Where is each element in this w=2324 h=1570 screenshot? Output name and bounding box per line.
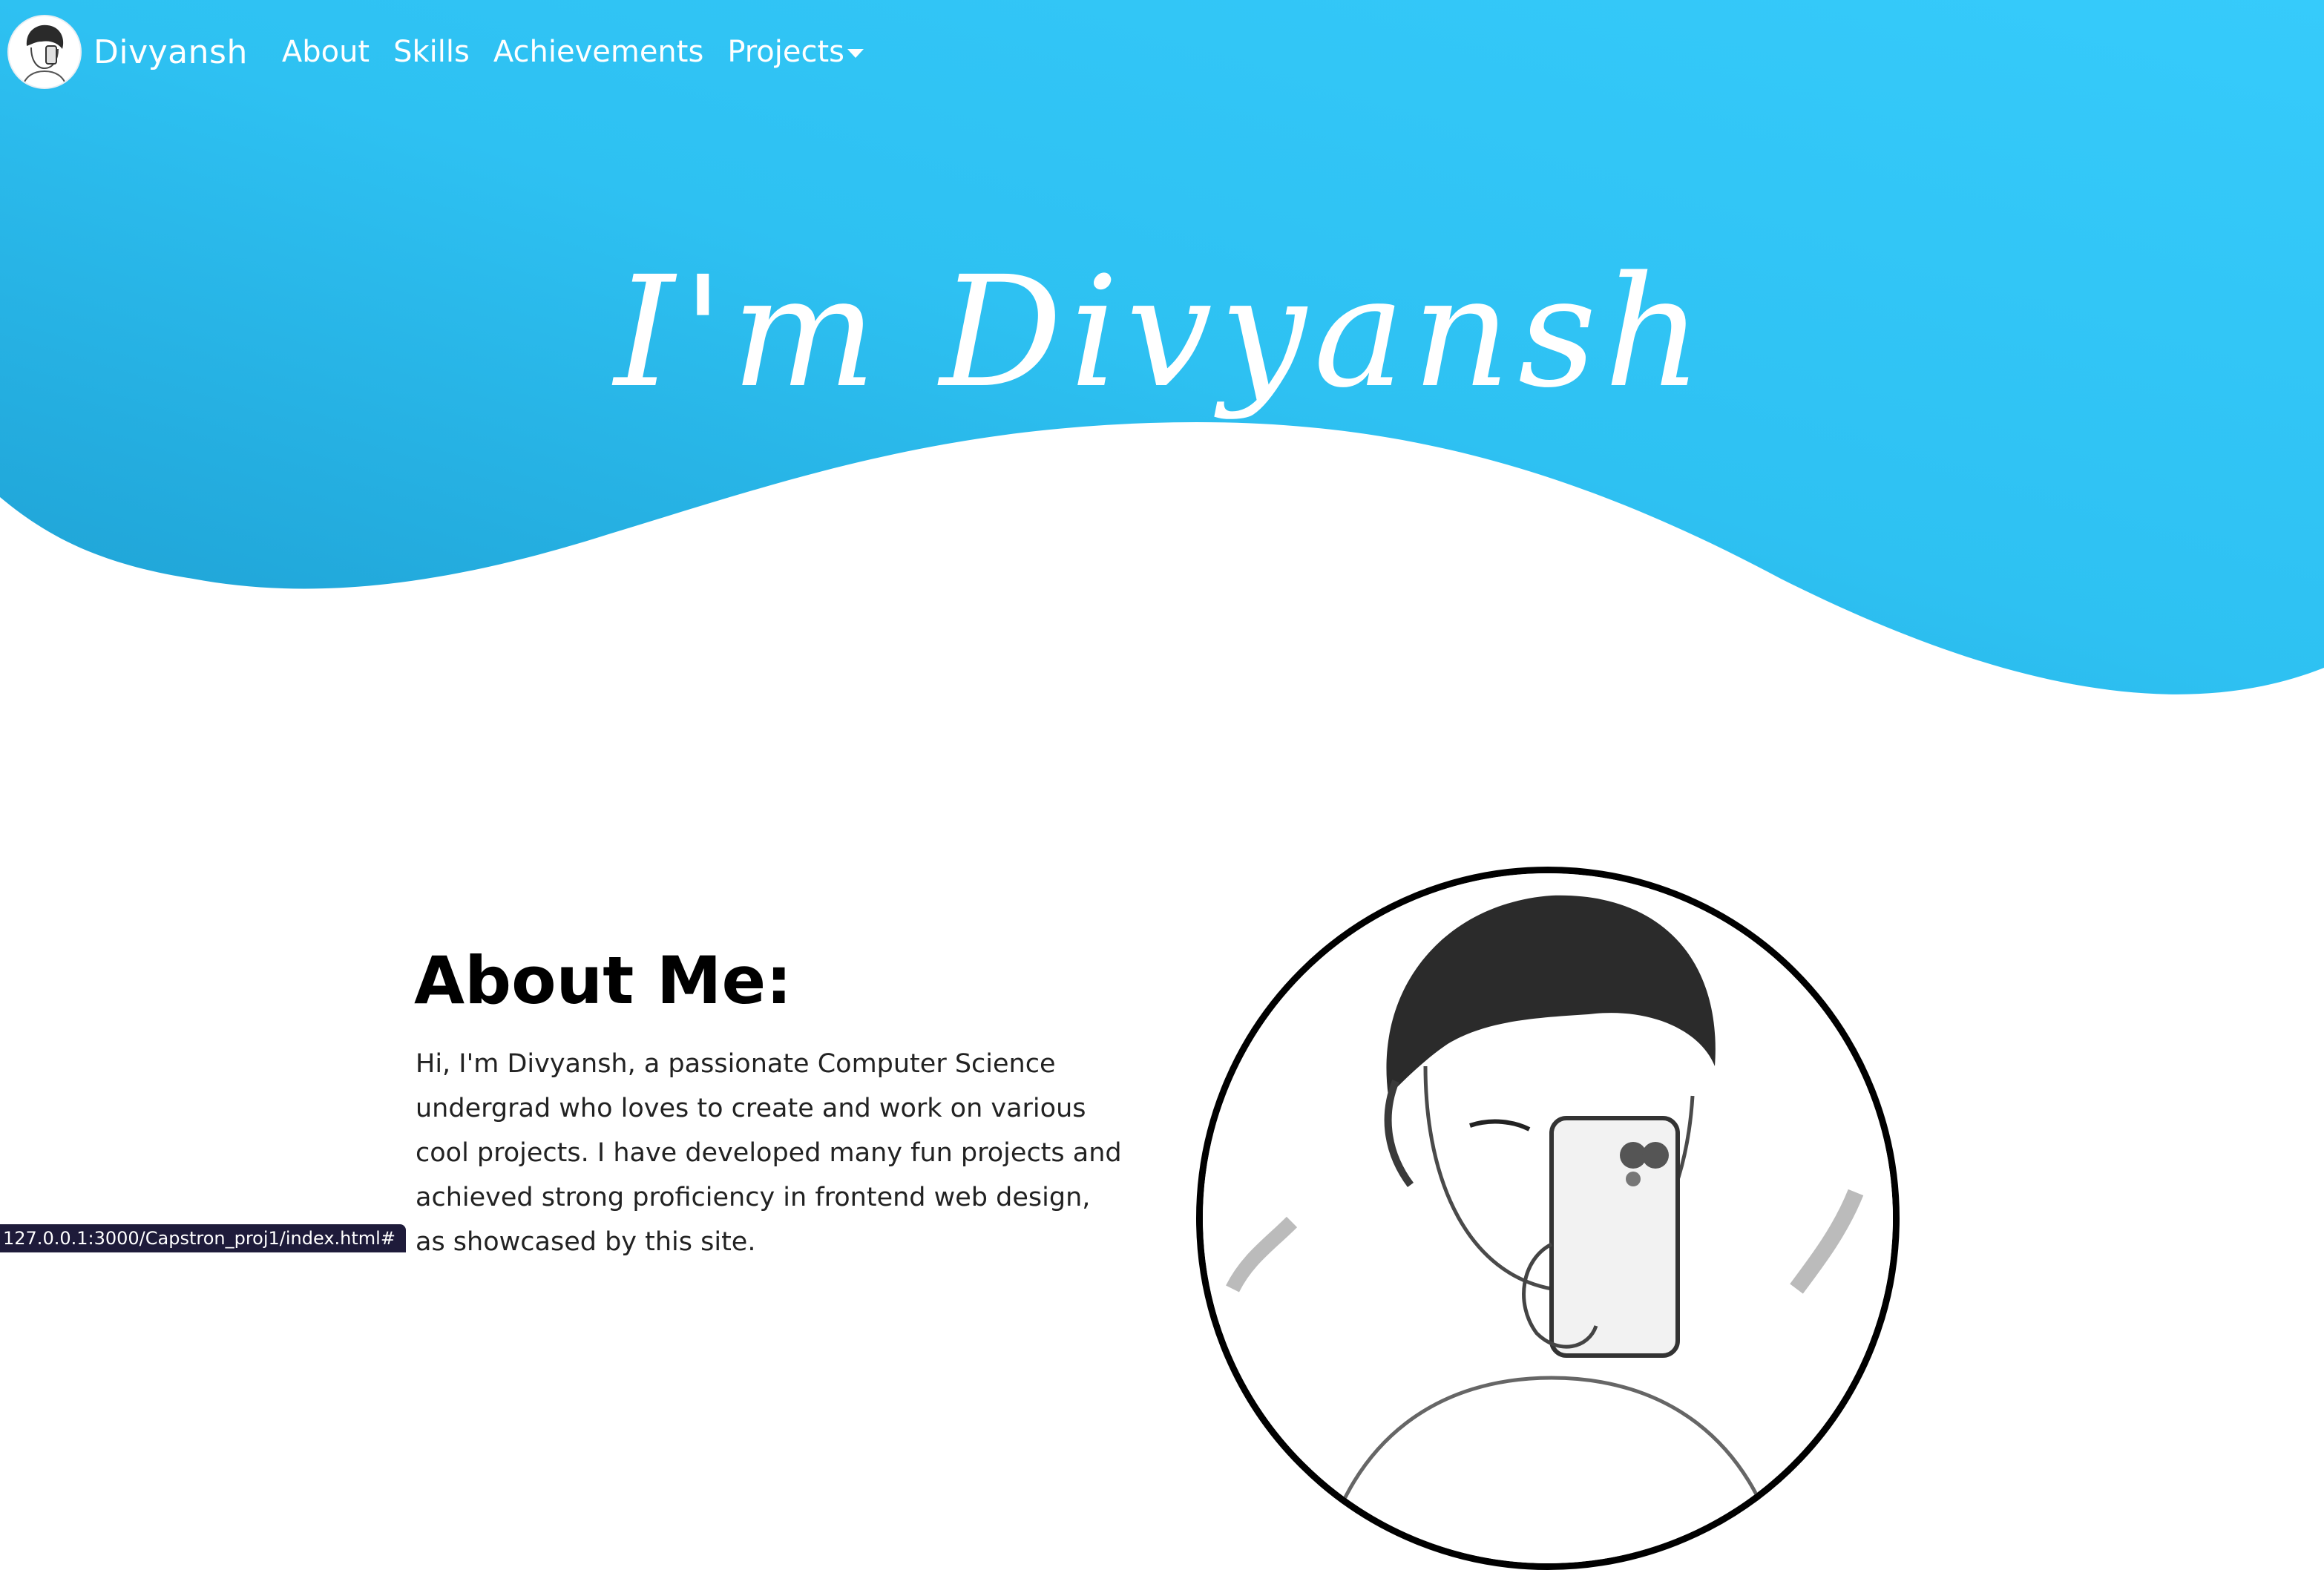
- nav-link-skills[interactable]: Skills: [393, 35, 470, 69]
- browser-status-url: 127.0.0.1:3000/Capstron_proj1/index.html…: [0, 1224, 406, 1252]
- hero-title: I'm Divyansh: [614, 243, 1710, 422]
- profile-portrait-image: [1196, 867, 1900, 1570]
- brand-link[interactable]: Divyansh: [7, 15, 282, 89]
- about-text: Hi, I'm Divyansh, a passionate Computer …: [416, 1049, 1122, 1257]
- nav-dropdown-label: Projects: [727, 35, 845, 69]
- about-heading: About Me:: [414, 942, 792, 1019]
- brand-avatar-icon: [7, 15, 82, 89]
- nav-link-achievements[interactable]: Achievements: [493, 35, 703, 69]
- caret-down-icon: [847, 49, 864, 58]
- nav-dropdown-projects[interactable]: Projects: [727, 35, 864, 69]
- navbar: Divyansh About Skills Achievements Proje…: [0, 0, 2324, 104]
- brand-name: Divyansh: [93, 33, 248, 71]
- nav-link-about[interactable]: About: [282, 35, 370, 69]
